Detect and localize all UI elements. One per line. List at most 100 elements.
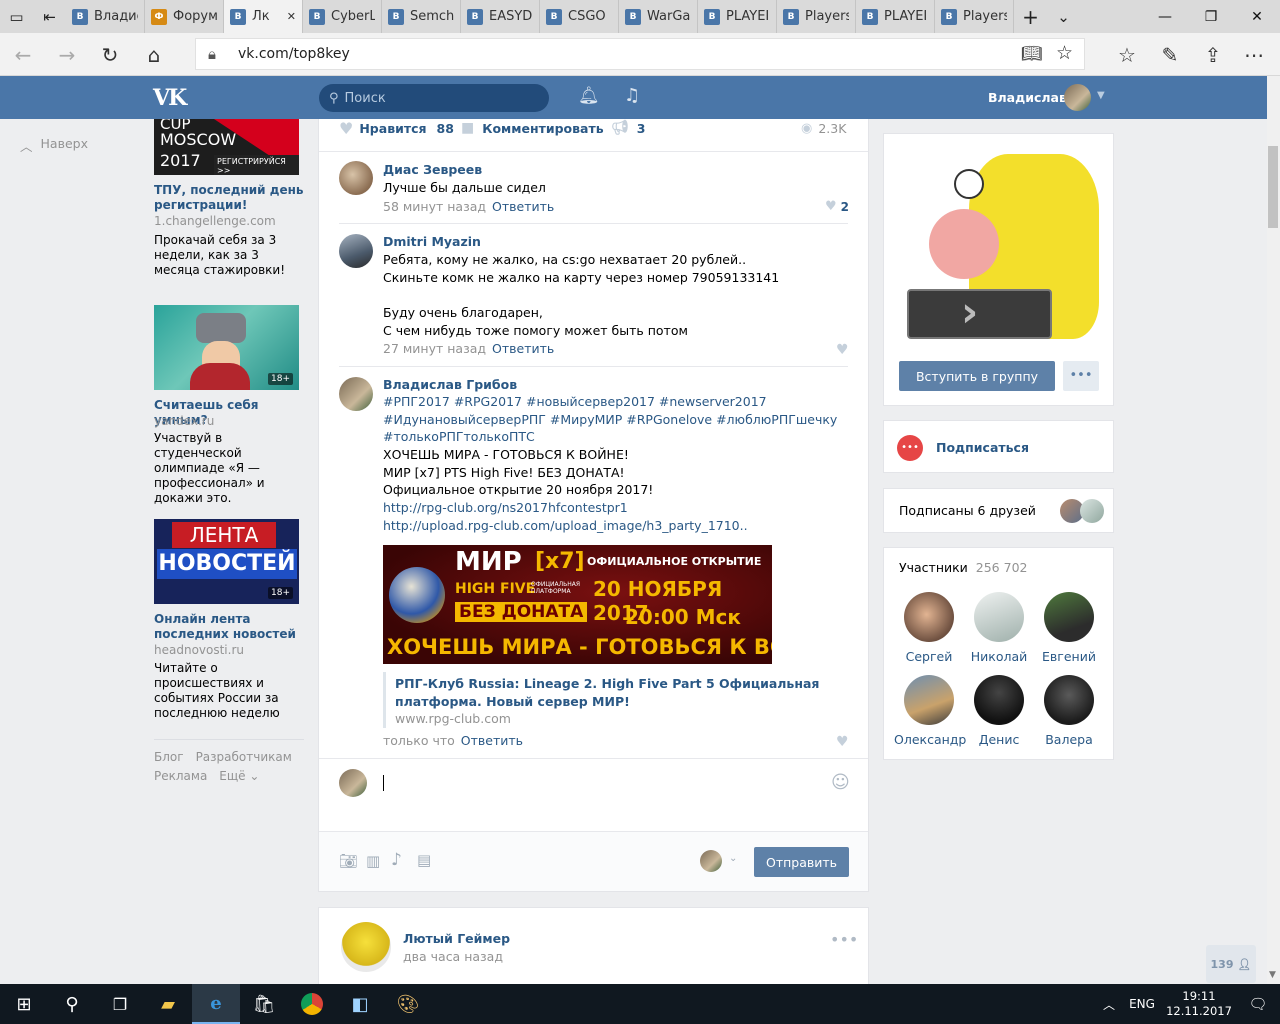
reply-link[interactable]: Ответить bbox=[461, 733, 523, 748]
attachment-title[interactable]: РПГ-Клуб Russia: Lineage 2. High Five Pa… bbox=[395, 675, 835, 711]
footer-link-developers[interactable]: Разработчикам bbox=[196, 750, 292, 764]
footer-link-ads[interactable]: Реклама bbox=[154, 769, 207, 783]
friend-avatar[interactable] bbox=[1080, 499, 1104, 523]
browser-tab[interactable]: Ф Форум bbox=[145, 0, 224, 33]
browser-tab[interactable]: В EASYD bbox=[461, 0, 540, 33]
store-icon[interactable]: 🛍︎ bbox=[240, 984, 288, 1024]
browser-tab[interactable]: В CyberL bbox=[303, 0, 382, 33]
post-author-avatar[interactable] bbox=[341, 922, 391, 972]
action-center-icon[interactable]: 🗨︎ bbox=[1236, 984, 1280, 1024]
browser-tab[interactable]: В Players bbox=[777, 0, 856, 33]
favorites-hub-icon[interactable]: ☆ bbox=[1113, 41, 1141, 69]
member-item[interactable]: Николай bbox=[964, 592, 1034, 664]
edge-browser-icon[interactable]: e bbox=[192, 984, 240, 1024]
restore-icon[interactable]: ❐ bbox=[1188, 0, 1234, 33]
music-note-icon[interactable]: ♫ bbox=[624, 85, 640, 106]
chat-online-counter[interactable]: 139 👤︎ bbox=[1206, 945, 1256, 983]
browser-tab[interactable]: В PLAYEI bbox=[698, 0, 777, 33]
members-header[interactable]: Участники 256 702 bbox=[899, 560, 1027, 575]
ad-image-cup-moscow[interactable]: CUP MOSCOW 2017 РЕГИСТРИРУЙСЯ >> bbox=[154, 119, 299, 175]
member-item[interactable]: Олександр bbox=[894, 675, 966, 747]
comment-author[interactable]: Владислав Грибов bbox=[383, 377, 517, 392]
chrome-icon[interactable] bbox=[288, 984, 336, 1024]
comment-hashtags[interactable]: #РПГ2017 #RPG2017 #новыйсервер2017 #news… bbox=[383, 393, 853, 446]
ad-title[interactable]: ТПУ, последний день регистрации! bbox=[154, 183, 304, 213]
header-user-name[interactable]: Владислав bbox=[988, 90, 1067, 105]
task-view-icon[interactable]: ❐ bbox=[96, 984, 144, 1024]
url-bar[interactable]: 🔒︎ vk.com/top8key 📖︎ ☆ bbox=[195, 38, 1085, 70]
send-button[interactable]: Отправить bbox=[754, 847, 849, 877]
input-language[interactable]: ENG bbox=[1122, 984, 1162, 1024]
back-to-top[interactable]: ︿ Наверх bbox=[20, 136, 88, 155]
post-author[interactable]: Лютый Геймер bbox=[403, 931, 510, 946]
more-dots-icon[interactable]: ••• bbox=[1063, 361, 1099, 391]
like-button[interactable]: ♥ Нравится 88 bbox=[339, 119, 454, 138]
scrollbar-thumb[interactable] bbox=[1268, 146, 1278, 228]
browser-tab[interactable]: В Лк ✕ bbox=[224, 0, 303, 33]
footer-link-more[interactable]: Ещё ⌄ bbox=[219, 769, 259, 783]
browser-tab[interactable]: В PLAYEI bbox=[856, 0, 935, 33]
browser-tab[interactable]: В Semch bbox=[382, 0, 461, 33]
video-film-icon[interactable]: ▥ bbox=[366, 852, 380, 870]
member-item[interactable]: Денис bbox=[964, 675, 1034, 747]
audio-note-icon[interactable]: ♪ bbox=[391, 850, 402, 870]
header-avatar[interactable] bbox=[1064, 84, 1091, 111]
camera-icon[interactable]: 📷︎ bbox=[339, 852, 358, 870]
back-arrow-icon[interactable]: ← bbox=[9, 41, 37, 69]
link[interactable]: http://rpg-club.org/ns2017hfcontestpr1 bbox=[383, 500, 628, 515]
more-dots-icon[interactable]: ••• bbox=[830, 930, 858, 949]
heart-icon[interactable]: ♥ bbox=[836, 342, 849, 358]
document-icon[interactable]: ▤ bbox=[417, 851, 431, 869]
author-select-avatar[interactable] bbox=[700, 850, 722, 872]
subscribe-card[interactable]: ••• Подписаться bbox=[883, 420, 1114, 473]
rpg-banner-image[interactable]: МИР [x7] HIGH FIVE ОФИЦИАЛЬНАЯ ПЛАТФОРМА… bbox=[383, 545, 772, 664]
windows-start-icon[interactable]: ⊞ bbox=[0, 984, 48, 1024]
file-explorer-icon[interactable]: ▰ bbox=[144, 984, 192, 1024]
vk-logo[interactable]: VK bbox=[153, 85, 187, 111]
comment-avatar[interactable] bbox=[339, 234, 373, 268]
group-avatar-spongebob[interactable]: › bbox=[899, 149, 1099, 344]
share-icon[interactable]: ⇪ bbox=[1199, 41, 1227, 69]
ad-title[interactable]: Онлайн лента последних новостей bbox=[154, 612, 304, 642]
friends-card[interactable]: Подписаны 6 друзей bbox=[883, 488, 1114, 533]
heart-icon[interactable]: ♥ bbox=[836, 734, 849, 750]
set-aside-tabs-icon[interactable]: ⇤ bbox=[33, 0, 66, 33]
comment-author[interactable]: Dmitri Myazin bbox=[383, 234, 481, 249]
chevron-down-icon[interactable]: ▼ bbox=[1097, 90, 1105, 101]
emoji-smile-icon[interactable]: ☺ bbox=[831, 772, 850, 793]
member-item[interactable]: Евгений bbox=[1034, 592, 1104, 664]
comment-author[interactable]: Диас Зевреев bbox=[383, 162, 482, 177]
comment-like[interactable]: ♥ 2 bbox=[825, 199, 849, 214]
tray-chevron-up-icon[interactable]: ︿ bbox=[1096, 984, 1122, 1024]
search-input[interactable]: ⚲ Поиск bbox=[319, 84, 549, 112]
reply-link[interactable]: Ответить bbox=[492, 341, 554, 356]
favorite-star-icon[interactable]: ☆ bbox=[1056, 42, 1073, 64]
reading-view-icon[interactable]: 📖︎ bbox=[1021, 44, 1043, 64]
browser-tab[interactable]: В CSGO bbox=[540, 0, 619, 33]
member-item[interactable]: Сергей bbox=[894, 592, 964, 664]
close-tab-icon[interactable]: ✕ bbox=[287, 10, 296, 23]
link[interactable]: http://upload.rpg-club.com/upload_image/… bbox=[383, 518, 748, 533]
tab-list-chevron-icon[interactable]: ⌄ bbox=[1047, 0, 1080, 33]
notifications-bell-icon[interactable]: 🔔︎ bbox=[578, 86, 600, 106]
close-window-icon[interactable]: ✕ bbox=[1234, 0, 1280, 33]
browser-tab[interactable]: В Players bbox=[935, 0, 1014, 33]
web-note-pen-icon[interactable]: ✎ bbox=[1156, 41, 1184, 69]
ad-image-comic-woman[interactable]: 18+ bbox=[154, 305, 299, 390]
ad-image-news-feed[interactable]: ЛЕНТА НОВОСТЕЙ 18+ bbox=[154, 519, 299, 604]
share-button[interactable]: 📢︎ 3 bbox=[611, 119, 645, 137]
notes-app-icon[interactable]: ◧ bbox=[336, 984, 384, 1024]
search-icon[interactable]: ⚲ bbox=[48, 984, 96, 1024]
scroll-down-arrow-icon[interactable]: ▼ bbox=[1269, 970, 1276, 980]
refresh-icon[interactable]: ↻ bbox=[96, 41, 124, 69]
subscribe-link[interactable]: Подписаться bbox=[936, 440, 1029, 455]
browser-tab[interactable]: В WarGa bbox=[619, 0, 698, 33]
page-scrollbar[interactable]: ▼ bbox=[1267, 76, 1280, 984]
clock[interactable]: 19:11 12.11.2017 bbox=[1162, 989, 1236, 1019]
comment-avatar[interactable] bbox=[339, 161, 373, 195]
reply-link[interactable]: Ответить bbox=[492, 199, 554, 214]
comment-button[interactable]: ■ Комментировать bbox=[461, 119, 604, 137]
comment-avatar[interactable] bbox=[339, 377, 373, 411]
forward-arrow-icon[interactable]: → bbox=[53, 41, 81, 69]
tab-preview-icon[interactable]: ▭ bbox=[0, 0, 33, 33]
